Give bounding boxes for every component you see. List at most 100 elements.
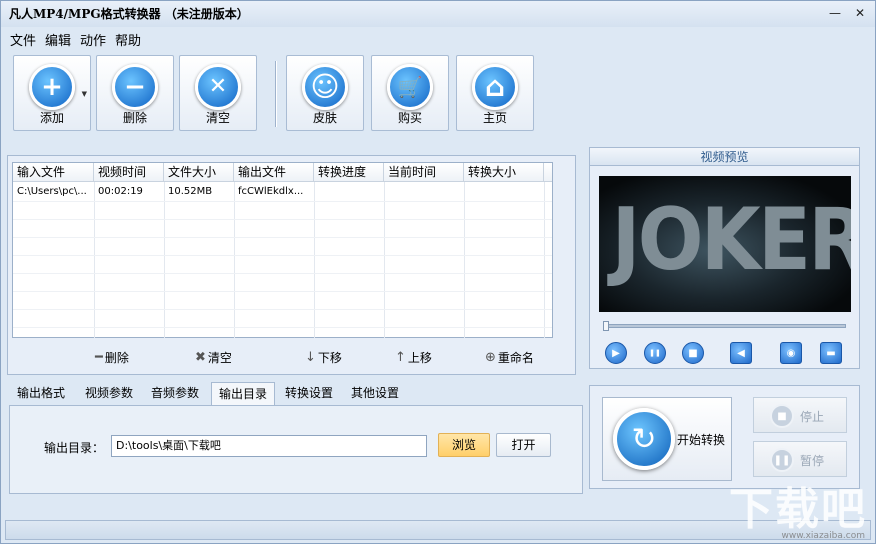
seek-bar[interactable]: [603, 321, 846, 331]
menu-file[interactable]: 文件: [10, 30, 36, 49]
output-dir-input[interactable]: D:\tools\桌面\下载吧: [111, 435, 427, 457]
move-down-button[interactable]: ↓ 下移: [305, 349, 342, 366]
home-label: 主页: [482, 111, 507, 125]
move-up-label: 上移: [407, 351, 432, 365]
window-title: 凡人MP4/MPG格式转换器 （未注册版本）: [9, 7, 249, 21]
stop-button[interactable]: ■ 停止: [753, 397, 847, 433]
refresh-arrow-icon: ↻: [613, 408, 675, 470]
volume-icon[interactable]: ◀: [730, 342, 752, 364]
browse-button[interactable]: 浏览: [438, 433, 490, 457]
move-up-button[interactable]: ↑ 上移: [395, 349, 432, 366]
grid-line: [164, 182, 165, 338]
tab-convert-settings[interactable]: 转换设置: [277, 382, 341, 405]
stop-icon[interactable]: ■: [682, 342, 704, 364]
col-file-size[interactable]: 文件大小: [164, 163, 234, 182]
rename-button[interactable]: ⊕ 重命名: [485, 349, 534, 366]
col-output-file[interactable]: 输出文件: [234, 163, 314, 182]
arrow-up-icon: ↑: [395, 350, 406, 365]
tab-output-dir[interactable]: 输出目录: [211, 382, 275, 405]
folder-icon[interactable]: ▬: [820, 342, 842, 364]
dropdown-arrow-icon[interactable]: ▼: [82, 90, 87, 98]
grid-line: [13, 219, 552, 220]
tab-output-format[interactable]: 输出格式: [9, 382, 73, 405]
file-table[interactable]: 输入文件 视频时间 文件大小 输出文件 转换进度 当前时间 转换大小 C:\Us…: [12, 162, 553, 338]
stop-icon: ■: [770, 404, 794, 428]
clear-label: 清空: [205, 111, 230, 125]
add-label: 添加: [39, 111, 64, 125]
pause-label: 暂停: [800, 454, 825, 468]
skin-label: 皮肤: [312, 111, 337, 125]
list-clear-label: 清空: [207, 351, 232, 365]
video-preview-panel: 视频预览 JOKER ▶ ❚❚ ■ ◀ ◉ ▬: [589, 147, 860, 369]
rename-icon: ⊕: [485, 350, 496, 365]
pause-icon[interactable]: ❚❚: [644, 342, 666, 364]
col-video-time[interactable]: 视频时间: [94, 163, 164, 182]
output-dir-label: 输出目录：: [44, 441, 105, 455]
start-convert-label: 开始转换: [677, 433, 726, 447]
grid-line: [13, 237, 552, 238]
cell-video-time: 00:02:19: [98, 186, 143, 197]
minus-icon: −: [112, 64, 158, 110]
close-button[interactable]: ✕: [852, 5, 868, 21]
home-button[interactable]: ⌂ 主页: [456, 55, 534, 131]
grid-line: [13, 201, 552, 202]
cell-input-file: C:\Users\pc\...: [17, 186, 87, 197]
tab-video-params[interactable]: 视频参数: [77, 382, 141, 405]
grid-line: [13, 273, 552, 274]
arrow-down-icon: ↓: [305, 350, 316, 365]
toolbar: + ▼ 添加 − 删除 ✕ 清空 ☺ 皮肤 🛒 购买 ⌂ 主页: [7, 51, 869, 135]
menu-edit[interactable]: 编辑: [45, 30, 71, 49]
clear-icon: ✕: [195, 64, 241, 110]
cell-file-size: 10.52MB: [168, 186, 213, 197]
open-button[interactable]: 打开: [496, 433, 551, 457]
col-input-file[interactable]: 输入文件: [13, 163, 94, 182]
col-current-time[interactable]: 当前时间: [384, 163, 464, 182]
buy-label: 购买: [397, 111, 422, 125]
grid-line: [234, 182, 235, 338]
snapshot-icon[interactable]: ◉: [780, 342, 802, 364]
grid-line: [13, 327, 552, 328]
add-button[interactable]: + ▼ 添加: [13, 55, 91, 131]
minimize-button[interactable]: —: [827, 5, 843, 21]
col-progress[interactable]: 转换进度: [314, 163, 384, 182]
watermark-url: www.xiazaiba.com: [781, 531, 865, 541]
buy-button[interactable]: 🛒 购买: [371, 55, 449, 131]
pause-button[interactable]: ❚❚ 暂停: [753, 441, 847, 477]
grid-line: [13, 291, 552, 292]
start-convert-button[interactable]: ↻ 开始转换: [602, 397, 732, 481]
delete-button[interactable]: − 删除: [96, 55, 174, 131]
col-converted-size[interactable]: 转换大小: [464, 163, 544, 182]
home-icon: ⌂: [472, 64, 518, 110]
plus-icon: +: [29, 64, 75, 110]
tab-audio-params[interactable]: 音频参数: [143, 382, 207, 405]
cart-icon: 🛒: [387, 64, 433, 110]
list-clear-button[interactable]: ✖ 清空: [195, 349, 232, 366]
app-window: 凡人MP4/MPG格式转换器 （未注册版本） — ✕ 文件 编辑 动作 帮助 +…: [0, 0, 876, 544]
play-icon[interactable]: ▶: [605, 342, 627, 364]
menu-action[interactable]: 动作: [80, 30, 106, 49]
stop-label: 停止: [800, 410, 825, 424]
list-delete-button[interactable]: ━ 删除: [95, 349, 129, 366]
pause-icon: ❚❚: [770, 448, 794, 472]
seek-thumb[interactable]: [603, 321, 609, 331]
cell-output-file: fcCWlEkdlx...: [238, 186, 304, 197]
grid-line: [384, 182, 385, 338]
grid-line: [464, 182, 465, 338]
skin-button[interactable]: ☺ 皮肤: [286, 55, 364, 131]
grid-line: [13, 255, 552, 256]
clear-icon: ✖: [195, 350, 206, 365]
delete-label: 删除: [122, 111, 147, 125]
grid-line: [314, 182, 315, 338]
menu-bar: 文件 编辑 动作 帮助: [1, 28, 875, 49]
watermark-logo: 下载吧: [729, 484, 867, 535]
menu-help[interactable]: 帮助: [115, 30, 141, 49]
video-frame: JOKER: [599, 176, 851, 312]
tab-other-settings[interactable]: 其他设置: [343, 382, 407, 405]
table-header: 输入文件 视频时间 文件大小 输出文件 转换进度 当前时间 转换大小: [13, 163, 552, 182]
clear-button[interactable]: ✕ 清空: [179, 55, 257, 131]
rename-label: 重命名: [497, 351, 534, 365]
grid-line: [94, 182, 95, 338]
minus-icon: ━: [95, 350, 103, 365]
title-bar: 凡人MP4/MPG格式转换器 （未注册版本） — ✕: [1, 1, 875, 27]
smiley-icon: ☺: [302, 64, 348, 110]
